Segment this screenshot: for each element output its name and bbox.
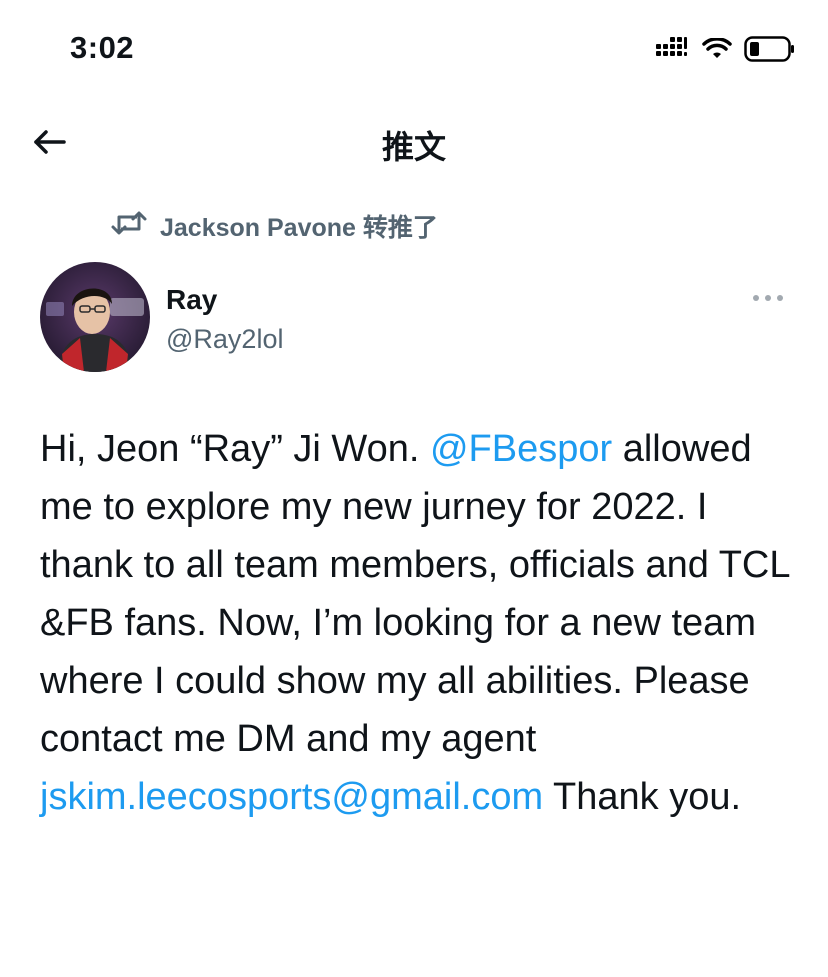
tweet-header: Ray @Ray2lol [40,262,800,374]
author-name[interactable]: Ray [166,284,217,316]
retweet-context[interactable]: Jackson Pavone 转推了 [110,208,438,244]
more-button[interactable] [750,288,786,308]
tweet-text-part: allowed me to explore my new jurney for … [40,428,790,760]
tweet-text-part: Thank you. [543,776,742,818]
page-title: 推文 [381,129,446,165]
mention-link[interactable]: @FBespor [430,428,612,470]
tweet-text: Hi, Jeon “Ray” Ji Won. @FBespor allowed … [40,420,800,826]
status-bar: 3:02 [0,0,828,100]
battery-icon [744,36,796,67]
wifi-icon [702,37,732,65]
more-icon [750,295,786,312]
email-link[interactable]: jskim.leecosports@gmail.com [40,776,543,818]
status-icons [656,36,796,67]
status-time: 3:02 [70,30,135,65]
author-handle[interactable]: @Ray2lol [166,324,283,355]
signal-icon [656,37,690,66]
nav-bar: 推文 [0,106,828,176]
retweet-icon [110,209,148,244]
retweet-context-label: Jackson Pavone 转推了 [160,214,438,242]
avatar[interactable] [40,262,150,372]
tweet-text-part: Hi, Jeon “Ray” Ji Won. [40,428,430,470]
